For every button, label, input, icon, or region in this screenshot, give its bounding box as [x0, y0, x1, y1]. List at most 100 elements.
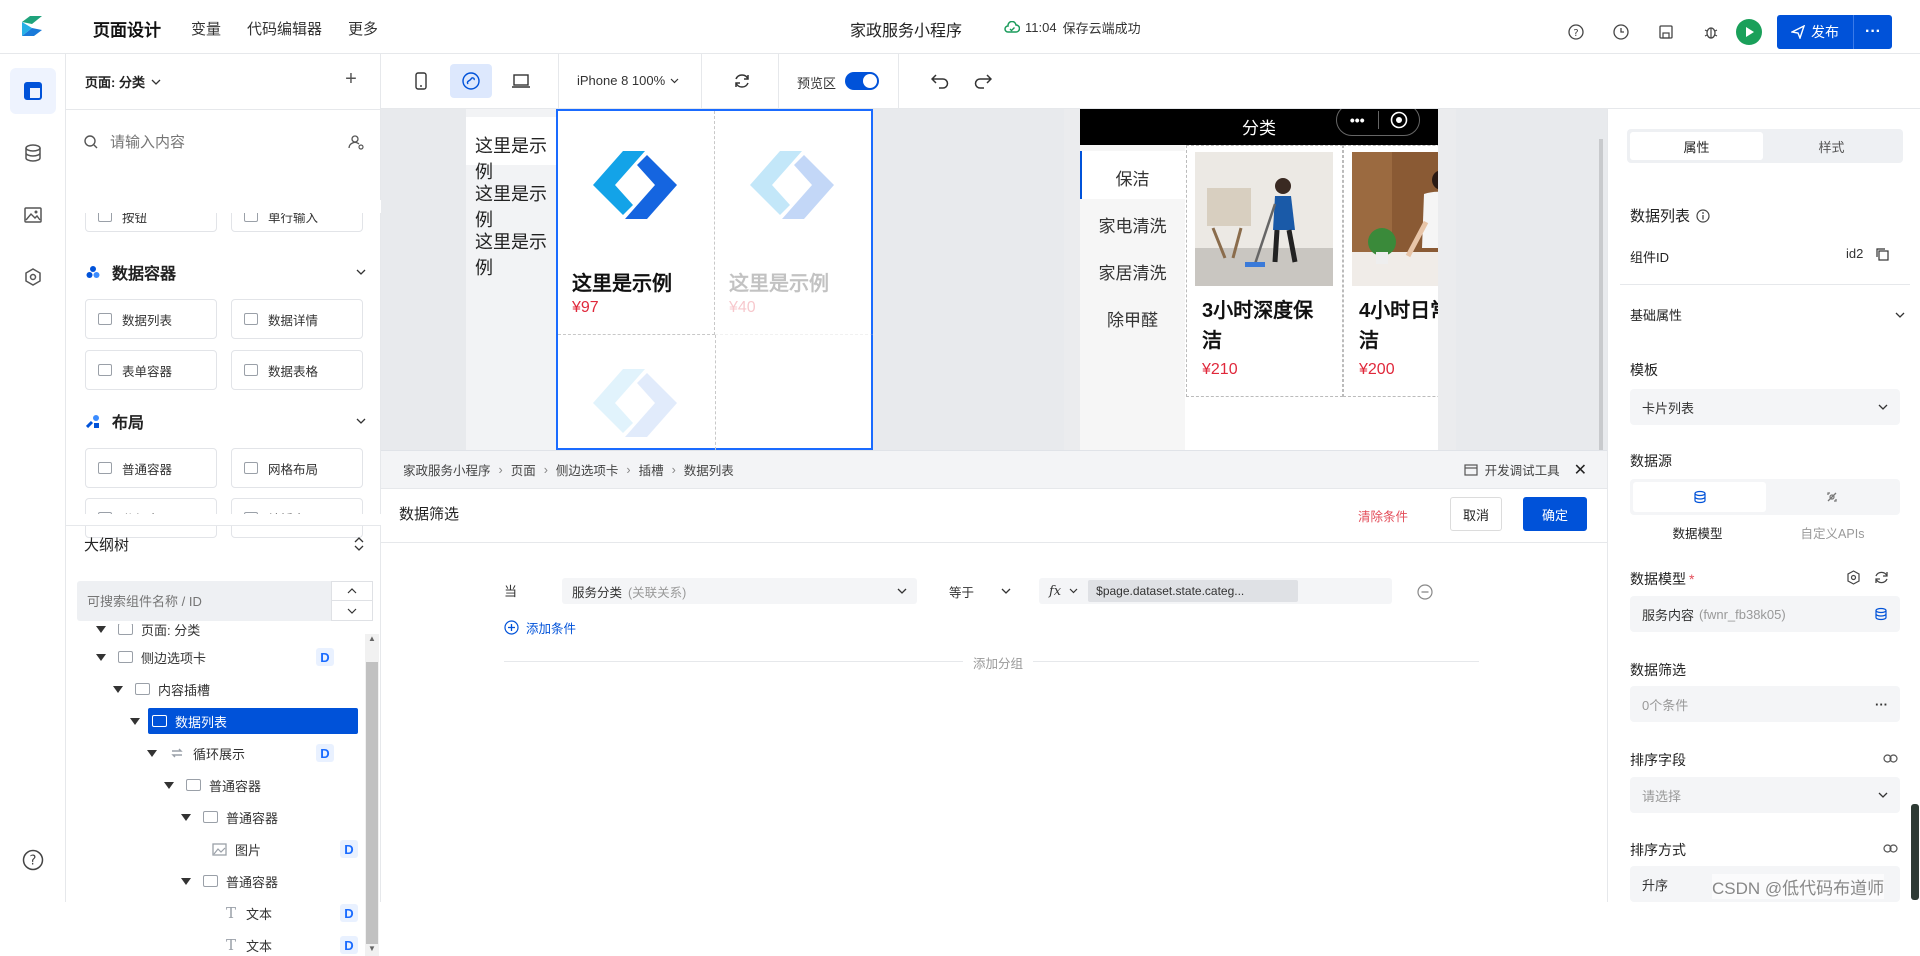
- debug-bug-icon[interactable]: [1699, 20, 1723, 44]
- preview-toggle[interactable]: [845, 72, 879, 90]
- category-item[interactable]: 保洁: [1080, 165, 1185, 190]
- product-card[interactable]: 4小时日常保洁 ¥200: [1343, 145, 1438, 397]
- tree-node-container[interactable]: 普通容器: [181, 868, 278, 894]
- field-select[interactable]: 服务分类 (关联关系): [562, 578, 917, 604]
- side-tab[interactable]: 这里是示例: [475, 132, 556, 184]
- refresh-icon[interactable]: [730, 69, 754, 93]
- product-card[interactable]: 3小时深度保洁 ¥210: [1186, 145, 1343, 397]
- model-settings-icon[interactable]: [1844, 568, 1862, 586]
- rail-settings-icon[interactable]: [10, 254, 56, 300]
- user-settings-icon[interactable]: [348, 134, 364, 150]
- breadcrumb-item[interactable]: 页面: [511, 460, 536, 479]
- more-options-icon[interactable]: ···: [1854, 15, 1892, 49]
- model-refresh-icon[interactable]: [1872, 568, 1890, 586]
- save-icon[interactable]: [1654, 20, 1678, 44]
- nav-variables[interactable]: 变量: [191, 18, 221, 39]
- help-icon[interactable]: ?: [1564, 20, 1588, 44]
- expression-input[interactable]: fx $page.dataset.state.categ...: [1039, 578, 1392, 604]
- devtools-toggle[interactable]: 开发调试工具 ✕: [1463, 460, 1587, 480]
- fx-icon[interactable]: fx: [1049, 584, 1061, 599]
- clear-conditions-link[interactable]: 清除条件: [1358, 506, 1408, 525]
- category-item[interactable]: 除甲醛: [1080, 306, 1185, 331]
- operator-select[interactable]: 等于: [949, 578, 1011, 604]
- history-icon[interactable]: [1609, 20, 1633, 44]
- side-widget[interactable]: [1911, 804, 1919, 900]
- tree-node-text[interactable]: T 文本: [226, 932, 272, 956]
- add-condition-button[interactable]: 添加条件: [504, 618, 576, 637]
- remove-condition-icon[interactable]: [1417, 584, 1433, 600]
- mobile-view-icon[interactable]: [408, 68, 434, 94]
- info-icon[interactable]: [1696, 208, 1710, 223]
- section-layout[interactable]: 布局: [86, 409, 366, 433]
- page-design-title[interactable]: 页面设计: [93, 16, 161, 41]
- component-data-table[interactable]: 数据表格: [231, 350, 363, 390]
- tree-node-text[interactable]: T 文本: [226, 900, 272, 926]
- chevron-up-icon[interactable]: [332, 582, 372, 601]
- breadcrumb-item[interactable]: 家政服务小程序: [403, 460, 491, 479]
- more-dots-icon[interactable]: •••: [1337, 112, 1378, 128]
- tree-node-loop[interactable]: 循环展示: [147, 740, 245, 766]
- capsule-menu[interactable]: •••: [1336, 109, 1420, 136]
- expand-collapse-icon[interactable]: [354, 537, 364, 551]
- undo-icon[interactable]: [928, 69, 952, 93]
- cancel-button[interactable]: 取消: [1450, 497, 1502, 531]
- device-selector[interactable]: iPhone 8 100%: [577, 73, 679, 88]
- selected-data-list[interactable]: 这里是示例 ¥97 这里是示例 ¥40: [556, 109, 873, 450]
- outline-search-input[interactable]: [87, 593, 327, 609]
- component-search-input[interactable]: [110, 133, 310, 151]
- breadcrumb-item[interactable]: 侧边选项卡: [556, 460, 619, 479]
- copy-icon[interactable]: [1875, 247, 1889, 261]
- component-data-list[interactable]: 数据列表: [85, 299, 217, 339]
- add-group-button[interactable]: 添加分组: [963, 653, 1034, 672]
- tab-properties[interactable]: 属性: [1630, 132, 1763, 160]
- publish-button[interactable]: 发布: [1777, 15, 1853, 49]
- datamodel-option-label[interactable]: 数据模型: [1630, 523, 1765, 542]
- category-item[interactable]: 家居清洗: [1080, 259, 1185, 284]
- sort-field-select[interactable]: 请选择: [1630, 777, 1900, 813]
- close-icon[interactable]: ✕: [1574, 460, 1587, 480]
- rail-components-icon[interactable]: [9, 68, 56, 114]
- nav-more[interactable]: 更多: [348, 18, 378, 39]
- page-selector[interactable]: 页面: 分类: [85, 72, 161, 91]
- tree-node-image[interactable]: 图片: [212, 836, 261, 862]
- datamodel-option-icon[interactable]: [1633, 482, 1766, 512]
- rail-data-icon[interactable]: [10, 130, 56, 176]
- template-select[interactable]: 卡片列表: [1630, 389, 1900, 425]
- side-tab[interactable]: 这里是示例: [475, 180, 556, 232]
- mini-program-view-icon[interactable]: [450, 64, 492, 98]
- link-icon[interactable]: [1881, 751, 1899, 765]
- tree-node-content-slot[interactable]: 内容插槽: [113, 676, 210, 702]
- list-item[interactable]: 这里是示例 ¥97: [558, 111, 715, 335]
- side-tab[interactable]: 这里是示例: [475, 228, 556, 280]
- basic-props-section[interactable]: 基础属性: [1630, 305, 1905, 324]
- component-plain-container[interactable]: 普通容器: [85, 448, 217, 488]
- breadcrumb-item[interactable]: 插槽: [639, 460, 664, 479]
- breadcrumb-item[interactable]: 数据列表: [684, 460, 734, 479]
- list-item[interactable]: 这里是示例 ¥40: [715, 111, 873, 335]
- close-circle-icon[interactable]: [1378, 111, 1419, 129]
- component-form-container[interactable]: 表单容器: [85, 350, 217, 390]
- canvas-scrollbar[interactable]: [1599, 139, 1603, 450]
- outline-scrollbar[interactable]: ▲ ▼: [365, 634, 379, 956]
- component-data-detail[interactable]: 数据详情: [231, 299, 363, 339]
- chevron-down-icon[interactable]: [332, 601, 372, 620]
- tree-node-side-tabs[interactable]: 侧边选项卡: [96, 644, 206, 670]
- tree-node-data-list[interactable]: 数据列表: [130, 708, 227, 734]
- filter-select[interactable]: 0个条件 ···: [1630, 686, 1900, 722]
- tree-node-container[interactable]: 普通容器: [181, 804, 278, 830]
- desktop-view-icon[interactable]: [506, 68, 536, 94]
- add-page-icon[interactable]: +: [342, 68, 360, 90]
- confirm-button[interactable]: 确定: [1523, 497, 1587, 531]
- tree-node-container[interactable]: 普通容器: [164, 772, 261, 798]
- nav-code-editor[interactable]: 代码编辑器: [247, 18, 322, 39]
- preview-play-button[interactable]: [1736, 19, 1762, 45]
- expression-chip[interactable]: $page.dataset.state.categ...: [1088, 580, 1299, 602]
- link-icon[interactable]: [1881, 841, 1899, 855]
- custom-api-option-label[interactable]: 自定义APIs: [1765, 523, 1900, 542]
- datamodel-select[interactable]: 服务内容 (fwnr_fb38k05): [1630, 596, 1900, 632]
- custom-api-option-icon[interactable]: [1766, 482, 1897, 512]
- component-grid-layout[interactable]: 网格布局: [231, 448, 363, 488]
- rail-help-icon[interactable]: ?: [21, 848, 45, 872]
- section-data-container[interactable]: 数据容器: [86, 260, 366, 284]
- more-dots-icon[interactable]: ···: [1875, 697, 1888, 712]
